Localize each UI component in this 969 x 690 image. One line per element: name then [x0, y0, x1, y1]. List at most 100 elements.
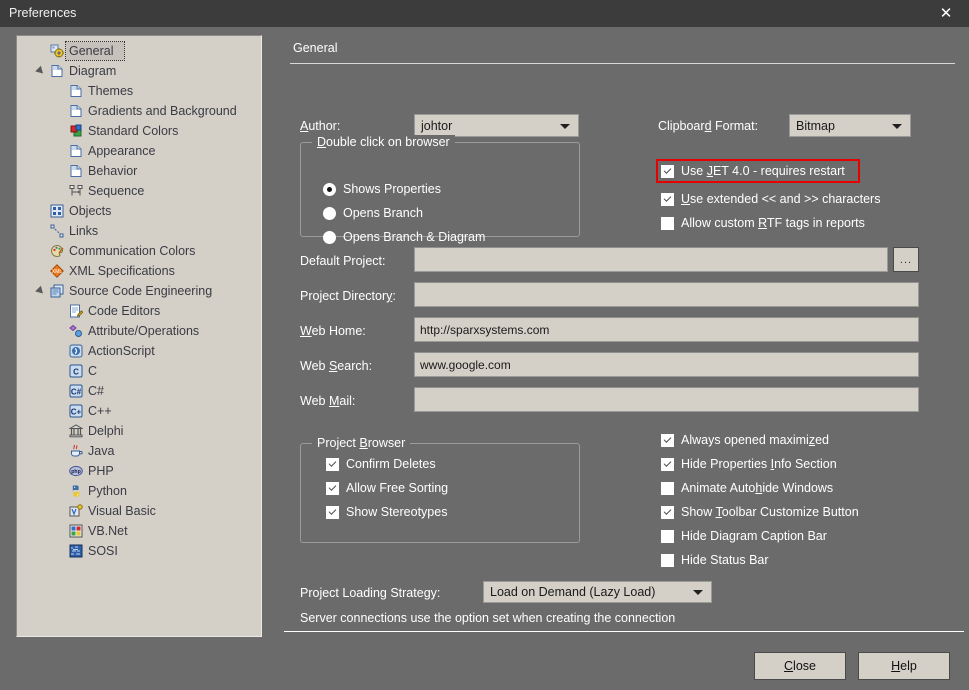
checkbox-use-extended-chars[interactable]: Use extended << and >> characters: [661, 190, 880, 208]
preferences-tree[interactable]: General Diagram Themes Gradients and Backgr…: [17, 36, 261, 561]
radio-indicator: [323, 230, 336, 244]
close-button[interactable]: Close: [754, 652, 846, 680]
tree-item-delphi[interactable]: Delphi: [17, 421, 261, 441]
tree-item-communication-colors[interactable]: Communication Colors: [17, 241, 261, 261]
web-home-label: Web Home:: [300, 324, 366, 338]
objects-icon: [50, 204, 64, 218]
checkbox-indicator: [661, 457, 674, 471]
page-icon: [50, 64, 64, 78]
tree-item-objects[interactable]: Objects: [17, 201, 261, 221]
checkbox-allow-free-sorting[interactable]: Allow Free Sorting: [326, 479, 448, 497]
tree-item-visual-basic[interactable]: Visual Basic: [17, 501, 261, 521]
checkbox-show-stereotypes[interactable]: Show Stereotypes: [326, 503, 447, 521]
tree-item-label: Links: [69, 224, 99, 238]
checkbox-indicator: [661, 553, 674, 567]
checkbox-hide-properties-info[interactable]: Hide Properties Info Section: [661, 455, 837, 473]
server-connection-note: Server connections use the option set wh…: [300, 611, 676, 625]
tree-item-general[interactable]: General: [17, 41, 261, 61]
tree-item-c[interactable]: C+ C++: [17, 401, 261, 421]
tree-item-appearance[interactable]: Appearance: [17, 141, 261, 161]
checkbox-hide-status-bar[interactable]: Hide Status Bar: [661, 551, 769, 569]
checkbox-use-jet-40[interactable]: Use JET 4.0 - requires restart: [661, 162, 845, 180]
tree-item-diagram[interactable]: Diagram: [17, 61, 261, 81]
web-search-input[interactable]: www.google.com: [414, 352, 919, 377]
general-gear-icon: [50, 44, 64, 58]
tree-item-label: Code Editors: [88, 304, 161, 318]
radio-label: Shows Properties: [343, 182, 441, 196]
web-mail-input[interactable]: [414, 387, 919, 412]
checkbox-label: Always opened maximized: [681, 433, 829, 447]
author-combo[interactable]: johtor: [414, 114, 579, 137]
tree-item-label: Java: [88, 444, 115, 458]
radio-shows-properties[interactable]: Shows Properties: [323, 180, 441, 198]
lang-vb-icon: [69, 504, 83, 518]
tree-item-standard-colors[interactable]: Standard Colors: [17, 121, 261, 141]
tree-item-sequence[interactable]: Sequence: [17, 181, 261, 201]
tree-item-attribute-operations[interactable]: Attribute/Operations: [17, 321, 261, 341]
radio-label: Opens Branch: [343, 206, 423, 220]
tree-item-label: Delphi: [88, 424, 124, 438]
clipboard-format-combo[interactable]: Bitmap: [789, 114, 911, 137]
author-label: Author:: [300, 119, 341, 133]
radio-label: Opens Branch & Diagram: [343, 230, 486, 244]
checkbox-label: Show Toolbar Customize Button: [681, 505, 859, 519]
tree-item-sosi[interactable]: SOSI: [17, 541, 261, 561]
tree-item-php[interactable]: php PHP: [17, 461, 261, 481]
default-project-input[interactable]: [414, 247, 888, 272]
loading-strategy-combo[interactable]: Load on Demand (Lazy Load): [483, 581, 712, 603]
tree-item-java[interactable]: Java: [17, 441, 261, 461]
preferences-tree-panel[interactable]: General Diagram Themes Gradients and Backgr…: [16, 35, 262, 637]
tree-item-gradients-and-background[interactable]: Gradients and Background: [17, 101, 261, 121]
checkbox-show-toolbar-customize[interactable]: Show Toolbar Customize Button: [661, 503, 859, 521]
tree-item-label: Diagram: [69, 64, 117, 78]
chevron-down-icon: [693, 590, 703, 595]
page-icon: [69, 84, 83, 98]
svg-text:C: C: [73, 367, 79, 376]
project-directory-input[interactable]: [414, 282, 919, 307]
tree-item-label: Communication Colors: [69, 244, 196, 258]
clipboard-format-value: Bitmap: [796, 118, 835, 133]
tree-item-c[interactable]: C# C#: [17, 381, 261, 401]
tree-item-python[interactable]: Python: [17, 481, 261, 501]
expander-triangle-icon[interactable]: [35, 65, 46, 77]
checkbox-hide-diagram-caption-bar[interactable]: Hide Diagram Caption Bar: [661, 527, 827, 545]
browse-default-project-button[interactable]: ...: [893, 247, 919, 272]
tree-item-vb-net[interactable]: VB.Net: [17, 521, 261, 541]
checkbox-confirm-deletes[interactable]: Confirm Deletes: [326, 455, 436, 473]
tree-item-label: Sequence: [88, 184, 145, 198]
double-click-group-title: Double click on browser: [312, 135, 455, 149]
expander-triangle-icon[interactable]: [35, 285, 46, 297]
checkbox-indicator: [661, 164, 674, 178]
web-home-input[interactable]: http://sparxsystems.com: [414, 317, 919, 342]
lang-python-icon: [69, 484, 83, 498]
checkbox-indicator: [326, 457, 339, 471]
close-icon[interactable]: ✕: [923, 0, 969, 27]
general-page: General Author: johtor Clipboard Format:…: [276, 30, 969, 660]
tree-item-links[interactable]: Links: [17, 221, 261, 241]
checkbox-allow-custom-rtf[interactable]: Allow custom RTF tags in reports: [661, 214, 865, 232]
tree-item-c[interactable]: CC: [17, 361, 261, 381]
lang-cpp-icon: C+: [69, 404, 83, 418]
header-divider: [290, 63, 955, 64]
help-button[interactable]: Help: [858, 652, 950, 680]
tree-item-behavior[interactable]: Behavior: [17, 161, 261, 181]
tree-item-actionscript[interactable]: ActionScript: [17, 341, 261, 361]
radio-opens-branch[interactable]: Opens Branch: [323, 204, 423, 222]
tree-item-themes[interactable]: Themes: [17, 81, 261, 101]
xml-icon: XML: [50, 264, 64, 278]
checkbox-indicator: [661, 433, 674, 447]
tree-item-code-editors[interactable]: Code Editors: [17, 301, 261, 321]
radio-opens-branch-and-diagram[interactable]: Opens Branch & Diagram: [323, 228, 485, 246]
tree-item-label: ActionScript: [88, 344, 155, 358]
lang-vbnet-icon: [69, 524, 83, 538]
tree-item-label: Python: [88, 484, 127, 498]
tree-item-xml-specifications[interactable]: XML XML Specifications: [17, 261, 261, 281]
chevron-down-icon: [560, 123, 570, 129]
lang-delphi-icon: [69, 424, 83, 438]
tree-item-source-code-engineering[interactable]: Source Code Engineering: [17, 281, 261, 301]
tree-item-label: Appearance: [88, 144, 156, 158]
checkbox-always-opened-maximized[interactable]: Always opened maximized: [661, 431, 829, 449]
page-icon: [69, 104, 83, 118]
checkbox-animate-autohide-windows[interactable]: Animate Autohide Windows: [661, 479, 833, 497]
tree-item-label: SOSI: [88, 544, 118, 558]
